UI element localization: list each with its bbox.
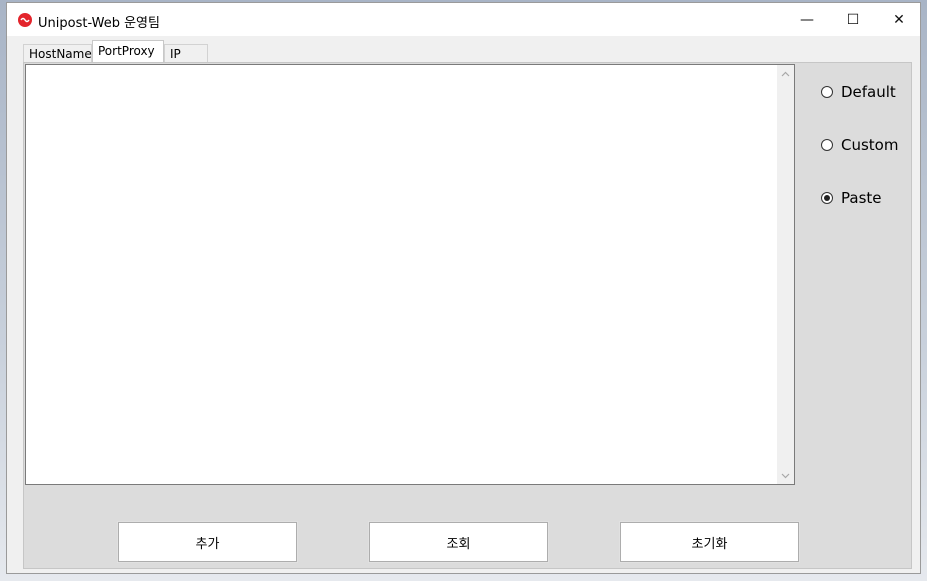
chevron-up-icon[interactable] [777, 65, 794, 82]
app-window: Unipost-Web 운영팀 — ☐ ✕ HostName PortProxy… [6, 2, 921, 574]
minimize-icon: — [800, 11, 814, 28]
close-button[interactable]: ✕ [876, 3, 922, 36]
radio-custom-label: Custom [841, 136, 899, 154]
minimize-button[interactable]: — [784, 3, 830, 36]
radio-default-circle[interactable] [821, 86, 833, 98]
radio-default[interactable]: Default [821, 82, 896, 102]
window-title: Unipost-Web 운영팀 [38, 16, 160, 31]
query-button[interactable]: 조회 [368, 521, 549, 563]
reset-button[interactable]: 초기화 [619, 521, 800, 563]
radio-paste-label: Paste [841, 189, 882, 207]
title-bar[interactable]: Unipost-Web 운영팀 — ☐ ✕ [7, 3, 920, 36]
radio-paste[interactable]: Paste [821, 188, 882, 208]
vertical-scrollbar[interactable] [777, 65, 794, 484]
radio-paste-circle[interactable] [821, 192, 833, 204]
mode-radio-group: Default Custom Paste [821, 63, 911, 568]
maximize-icon: ☐ [846, 11, 860, 28]
paste-textarea[interactable] [25, 64, 795, 485]
close-icon: ✕ [893, 11, 905, 28]
tab-portproxy[interactable]: PortProxy [92, 40, 164, 62]
radio-default-label: Default [841, 83, 896, 101]
maximize-button[interactable]: ☐ [830, 3, 876, 36]
tab-panel-portproxy: Default Custom Paste 추가 조회 초기화 [23, 62, 912, 569]
app-logo-icon [18, 13, 32, 27]
tab-hostname[interactable]: HostName [23, 44, 92, 62]
add-button[interactable]: 추가 [117, 521, 298, 563]
radio-custom-circle[interactable] [821, 139, 833, 151]
tab-ip[interactable]: IP [164, 44, 208, 62]
radio-custom[interactable]: Custom [821, 135, 898, 155]
chevron-down-icon[interactable] [777, 467, 794, 484]
